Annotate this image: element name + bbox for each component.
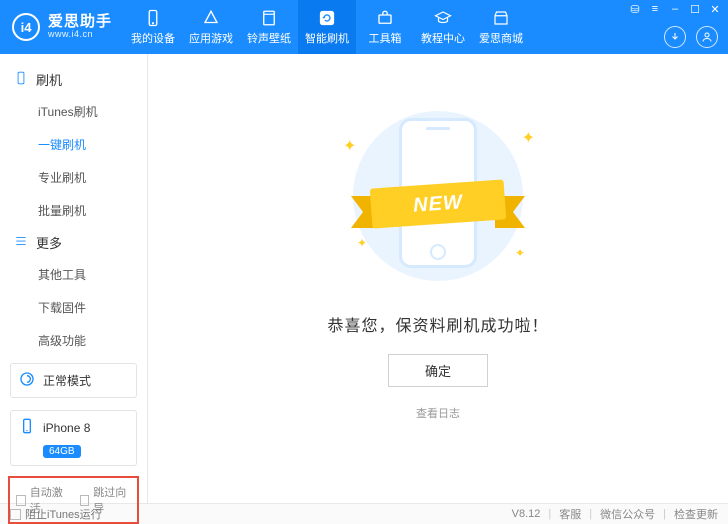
main-panel: ✦ ✦ ✦ ✦ NEW 恭喜您，保资料刷机成功啦！ 确定 查看日志 <box>148 54 728 503</box>
support-link[interactable]: 客服 <box>559 506 581 522</box>
close-icon[interactable]: ✕ <box>708 3 722 16</box>
sidebar: 刷机 iTunes刷机 一键刷机 专业刷机 批量刷机 更多 其他工具 下载固件 … <box>0 54 148 503</box>
sidebar-section-more[interactable]: 更多 <box>0 227 147 258</box>
sidebar-item-other-tools[interactable]: 其他工具 <box>0 258 147 291</box>
sparkle-icon: ✦ <box>357 236 367 250</box>
refresh-icon <box>318 9 336 27</box>
store-icon <box>492 9 510 27</box>
sparkle-icon: ✦ <box>522 128 535 148</box>
sparkle-icon: ✦ <box>343 136 356 156</box>
sidebar-item-onekey-flash[interactable]: 一键刷机 <box>0 128 147 161</box>
checkbox-block-itunes[interactable]: 阻止iTunes运行 <box>10 506 102 522</box>
apps-icon <box>202 9 220 27</box>
sparkle-icon: ✦ <box>515 246 525 260</box>
nav-label: 爱思商城 <box>479 30 523 46</box>
nav-apps-games[interactable]: 应用游戏 <box>182 0 240 54</box>
nav-label: 铃声壁纸 <box>247 30 291 46</box>
top-nav: 我的设备 应用游戏 铃声壁纸 智能刷机 工具箱 教程中心 爱思商城 <box>124 0 530 54</box>
sidebar-item-pro-flash[interactable]: 专业刷机 <box>0 161 147 194</box>
sidebar-item-advanced[interactable]: 高级功能 <box>0 324 147 357</box>
nav-label: 教程中心 <box>421 30 465 46</box>
app-logo: i4 爱思助手 www.i4.cn <box>0 13 124 41</box>
nav-label: 应用游戏 <box>189 30 233 46</box>
logo-badge: i4 <box>12 13 40 41</box>
ok-button[interactable]: 确定 <box>388 354 488 387</box>
download-button[interactable] <box>664 26 686 48</box>
mode-card[interactable]: 正常模式 <box>10 363 137 398</box>
nav-toolbox[interactable]: 工具箱 <box>356 0 414 54</box>
device-phone-icon <box>19 418 35 437</box>
user-button[interactable] <box>696 26 718 48</box>
mode-label: 正常模式 <box>43 372 91 389</box>
version-label: V8.12 <box>512 508 541 520</box>
view-log-link[interactable]: 查看日志 <box>416 405 460 421</box>
brand-url: www.i4.cn <box>48 30 112 40</box>
toolbox-icon <box>376 9 394 27</box>
sidebar-item-download-firmware[interactable]: 下载固件 <box>0 291 147 324</box>
nav-mall[interactable]: 爱思商城 <box>472 0 530 54</box>
brand-title: 爱思助手 <box>48 14 112 31</box>
nav-smart-flash[interactable]: 智能刷机 <box>298 0 356 54</box>
wechat-link[interactable]: 微信公众号 <box>600 506 655 522</box>
sidebar-item-itunes-flash[interactable]: iTunes刷机 <box>0 95 147 128</box>
graduation-icon <box>434 9 452 27</box>
note-icon <box>260 9 278 27</box>
menu-icon[interactable]: ≡ <box>648 3 662 16</box>
mode-normal-icon <box>19 371 35 390</box>
check-update-link[interactable]: 检查更新 <box>674 506 718 522</box>
minimize-icon[interactable]: – <box>668 3 682 16</box>
sidebar-item-batch-flash[interactable]: 批量刷机 <box>0 194 147 227</box>
phone-icon <box>144 9 162 27</box>
window-controls: ⛁ ≡ – ☐ ✕ <box>628 3 722 16</box>
new-ribbon: NEW <box>351 184 525 230</box>
list-icon <box>14 234 28 251</box>
app-header: i4 爱思助手 www.i4.cn 我的设备 应用游戏 铃声壁纸 智能刷机 工具… <box>0 0 728 54</box>
nav-label: 工具箱 <box>369 30 402 46</box>
nav-ringtone-wallpaper[interactable]: 铃声壁纸 <box>240 0 298 54</box>
section-title: 刷机 <box>36 70 62 89</box>
section-title: 更多 <box>36 233 62 252</box>
device-name: iPhone 8 <box>43 421 90 435</box>
sidebar-section-flash[interactable]: 刷机 <box>0 64 147 95</box>
cart-icon[interactable]: ⛁ <box>628 3 642 16</box>
ribbon-text: NEW <box>370 179 506 228</box>
device-storage-badge: 64GB <box>43 445 81 458</box>
nav-my-device[interactable]: 我的设备 <box>124 0 182 54</box>
nav-label: 我的设备 <box>131 30 175 46</box>
success-message: 恭喜您，保资料刷机成功啦！ <box>327 312 548 336</box>
nav-tutorial[interactable]: 教程中心 <box>414 0 472 54</box>
phone-outline-icon <box>14 71 28 88</box>
device-card[interactable]: iPhone 8 64GB <box>10 410 137 466</box>
success-illustration: ✦ ✦ ✦ ✦ NEW <box>333 106 543 286</box>
maximize-icon[interactable]: ☐ <box>688 3 702 16</box>
nav-label: 智能刷机 <box>305 30 349 46</box>
